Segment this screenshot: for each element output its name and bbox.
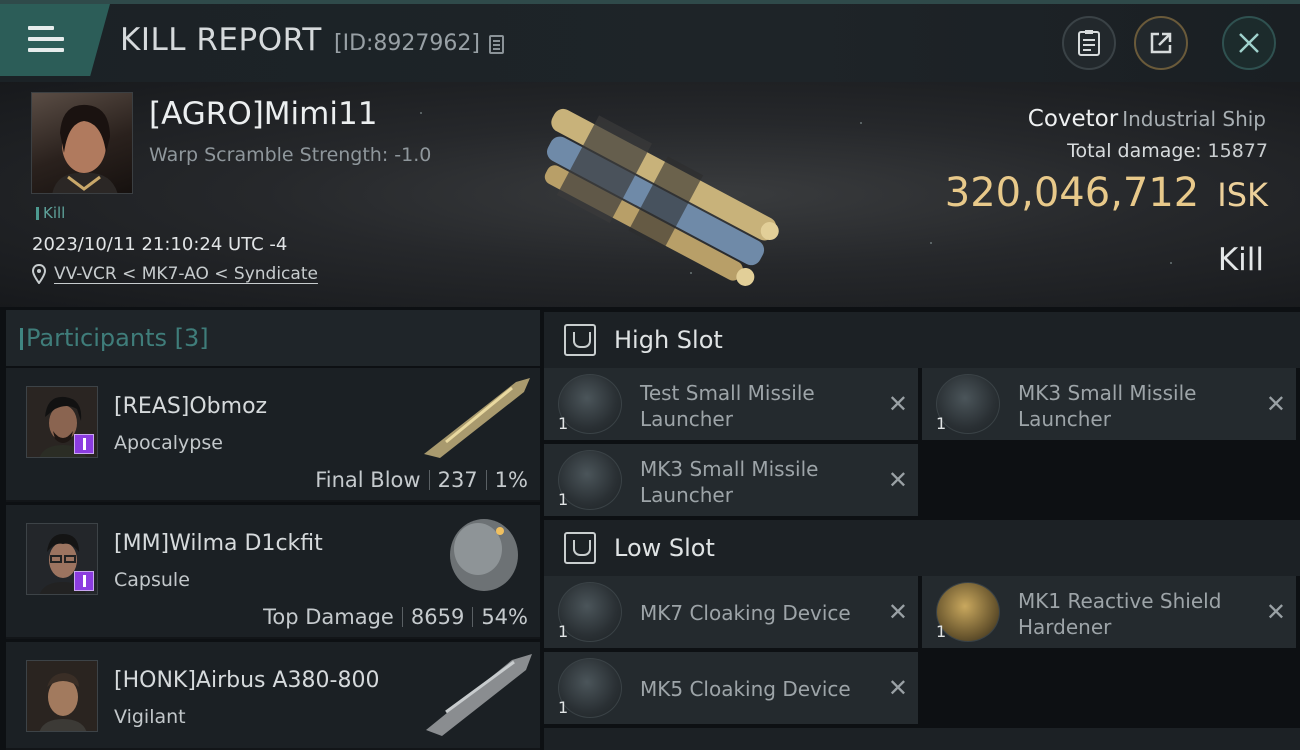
report-id: [ID:8927962] (334, 31, 480, 56)
victim-portrait[interactable] (31, 92, 133, 194)
participant-card[interactable]: [MM]Wilma D1ckfit Capsule Top Damage 8659… (6, 505, 540, 639)
participant-damage: 237 (437, 468, 478, 492)
module-name: MK1 Reactive Shield Hardener (1018, 589, 1222, 639)
participant-role: Top Damage (263, 605, 394, 629)
isk-amount: 320,046,712 (944, 170, 1200, 216)
kill-result: Kill (1217, 242, 1264, 278)
participants-count: [3] (174, 324, 209, 352)
remove-icon[interactable]: ✕ (1266, 598, 1286, 626)
share-button[interactable] (1134, 16, 1188, 70)
low-slot-header: Low Slot (544, 520, 1300, 576)
module-item[interactable]: 1 MK3 Small Missile Launcher ✕ (544, 444, 918, 516)
participant-ship-image (424, 378, 530, 458)
location-text[interactable]: VV-VCR < MK7-AO < Syndicate (54, 264, 318, 284)
module-item[interactable]: 1 Test Small Missile Launcher ✕ (544, 368, 918, 440)
share-icon (1150, 32, 1172, 54)
next-slot-header-peek (544, 728, 1300, 750)
participant-stats: Final Blow 237 1% (315, 468, 528, 492)
remove-icon[interactable]: ✕ (888, 390, 908, 418)
module-item[interactable]: 1 MK1 Reactive Shield Hardener ✕ (922, 576, 1296, 648)
copy-icon[interactable] (489, 35, 504, 54)
notes-icon (1078, 30, 1100, 56)
victim-ship-name[interactable]: Covetor Industrial Ship (1028, 106, 1266, 132)
high-slot-header: High Slot (544, 312, 1300, 368)
low-slot-label: Low Slot (614, 534, 715, 562)
module-item[interactable]: 1 MK3 Small Missile Launcher ✕ (922, 368, 1296, 440)
remove-icon[interactable]: ✕ (888, 598, 908, 626)
warp-scramble-strength: Warp Scramble Strength: -1.0 (149, 144, 432, 166)
participant-ship-image (426, 654, 532, 736)
participant-damage: 8659 (410, 605, 465, 629)
module-qty: 1 (558, 622, 569, 641)
participant-card[interactable]: [HONK]Airbus A380-800 Vigilant (6, 642, 540, 750)
page-title: KILL REPORT (120, 22, 322, 58)
participant-badge-icon (74, 434, 94, 454)
isk-value: 320,046,712 ISK (945, 170, 1268, 216)
remove-icon[interactable]: ✕ (888, 466, 908, 494)
high-slot-icon (564, 324, 596, 356)
participant-name[interactable]: [MM]Wilma D1ckfit (114, 531, 323, 556)
module-item[interactable]: 1 MK7 Cloaking Device ✕ (544, 576, 918, 648)
participant-ship: Apocalypse (114, 432, 223, 454)
module-name: Test Small Missile Launcher (640, 381, 815, 431)
module-name: MK7 Cloaking Device (640, 601, 851, 625)
close-button[interactable] (1222, 16, 1276, 70)
notes-button[interactable] (1062, 16, 1116, 70)
isk-unit: ISK (1217, 176, 1268, 214)
victim-name[interactable]: [AGRO]Mimi11 (149, 96, 377, 132)
participant-role: Final Blow (315, 468, 421, 492)
participant-percent: 1% (494, 468, 528, 492)
kill-location[interactable]: VV-VCR < MK7-AO < Syndicate (32, 264, 318, 284)
total-damage: Total damage: 15877 (1067, 140, 1268, 162)
module-name: MK5 Cloaking Device (640, 677, 851, 701)
total-damage-label: Total damage: (1067, 140, 1202, 162)
participant-percent: 54% (481, 605, 528, 629)
module-qty: 1 (558, 414, 569, 433)
victim-banner: [AGRO]Mimi11 Warp Scramble Strength: -1.… (0, 82, 1300, 307)
remove-icon[interactable]: ✕ (1266, 390, 1286, 418)
module-name: MK3 Small Missile Launcher (640, 457, 819, 507)
participant-ship: Vigilant (114, 706, 186, 728)
participant-badge-icon (74, 571, 94, 591)
ship-class-text: Industrial Ship (1122, 107, 1266, 131)
ship-name-text: Covetor (1027, 106, 1119, 132)
module-qty: 1 (558, 698, 569, 717)
close-icon (1239, 33, 1259, 53)
menu-icon (28, 26, 64, 59)
remove-icon[interactable]: ✕ (888, 674, 908, 702)
kill-tag: Kill (36, 204, 65, 222)
participant-name[interactable]: [REAS]Obmoz (114, 394, 267, 419)
module-qty: 1 (558, 490, 569, 509)
participants-header: Participants [3] (6, 310, 540, 366)
kill-datetime: 2023/10/11 21:10:24 UTC -4 (32, 234, 288, 255)
total-damage-value: 15877 (1207, 140, 1268, 162)
module-qty: 1 (936, 622, 947, 641)
participant-card[interactable]: [REAS]Obmoz Apocalypse Final Blow 237 1% (6, 368, 540, 502)
high-slot-label: High Slot (614, 326, 723, 354)
participants-label: Participants [3] (20, 324, 209, 352)
victim-ship-image (544, 108, 779, 286)
participants-title: Participants (26, 324, 167, 352)
module-item[interactable]: 1 MK5 Cloaking Device ✕ (544, 652, 918, 724)
participant-portrait[interactable] (26, 660, 98, 732)
participant-name[interactable]: [HONK]Airbus A380-800 (114, 668, 379, 693)
participant-stats: Top Damage 8659 54% (263, 605, 528, 629)
low-slot-icon (564, 532, 596, 564)
location-pin-icon (32, 264, 46, 284)
participant-ship-image (450, 519, 518, 591)
module-qty: 1 (936, 414, 947, 433)
participant-ship: Capsule (114, 569, 190, 591)
module-name: MK3 Small Missile Launcher (1018, 381, 1197, 431)
